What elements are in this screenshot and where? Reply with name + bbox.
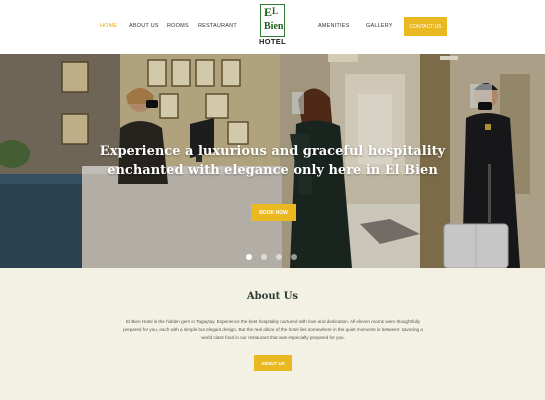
slider-dot-2[interactable] — [261, 254, 267, 260]
slider-dot-1[interactable] — [246, 254, 252, 260]
about-section: About Us El Bien Hotel is the hidden gem… — [0, 268, 545, 400]
nav-gallery[interactable]: GALLERY — [366, 23, 393, 29]
about-us-button[interactable]: ABOUT US — [254, 355, 292, 371]
slider-dot-4[interactable] — [291, 254, 297, 260]
book-now-button[interactable]: BOOK NOW — [251, 204, 296, 221]
logo-frame: E L Bien — [260, 4, 285, 37]
hero-slider: Experience a luxurious and graceful hosp… — [0, 54, 545, 268]
logo-word-hotel: HOTEL — [259, 37, 286, 46]
contact-us-button[interactable]: CONTACT US — [404, 17, 447, 36]
slider-dots — [246, 254, 297, 260]
nav-restaurant[interactable]: RESTAURANT — [198, 23, 237, 29]
slider-dot-3[interactable] — [276, 254, 282, 260]
logo-letter-l: L — [272, 6, 279, 16]
nav-about-us[interactable]: ABOUT US — [129, 23, 159, 29]
nav-home[interactable]: HOME — [100, 23, 117, 29]
hotel-logo[interactable]: E L Bien HOTEL — [258, 4, 287, 48]
about-description: El Bien Hotel is the hidden gem in Tagay… — [123, 319, 423, 341]
logo-word-bien: Bien — [264, 21, 284, 32]
hero-heading: Experience a luxurious and graceful hosp… — [99, 144, 446, 178]
site-header: HOME ABOUT US ROOMS RESTAURANT E L Bien … — [0, 0, 545, 54]
about-heading: About Us — [246, 291, 299, 302]
logo-letter-e: E — [264, 5, 273, 19]
nav-rooms[interactable]: ROOMS — [167, 23, 189, 29]
nav-amenities[interactable]: AMENITIES — [318, 23, 349, 29]
